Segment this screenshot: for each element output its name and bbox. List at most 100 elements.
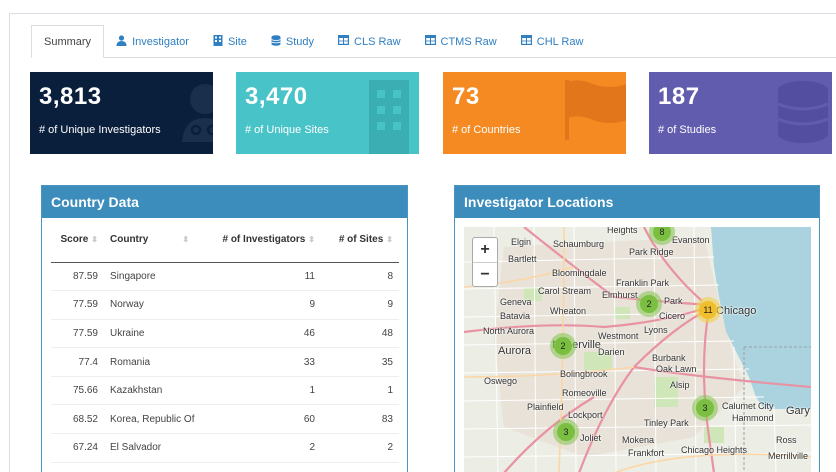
tab-label: CLS Raw <box>354 35 401 48</box>
map-cluster-marker[interactable]: 2 <box>550 333 576 359</box>
zoom-control: + − <box>472 237 498 287</box>
cell-country: Japan <box>104 461 211 472</box>
table-row[interactable]: 65Japan117136 <box>51 461 399 472</box>
map-label: Carol Stream <box>538 286 592 296</box>
map-label: Heights <box>607 227 638 235</box>
map-label: Park Ridge <box>629 247 674 257</box>
stat-value: 73 <box>452 83 480 110</box>
stat-value: 187 <box>658 83 700 110</box>
stat-label: # of Studies <box>658 124 717 136</box>
map-label: Lockport <box>568 410 603 420</box>
map-label: Tinley Park <box>644 418 689 428</box>
map-label: Mokena <box>622 435 655 445</box>
user-secret-icon <box>182 82 213 147</box>
tab-chl-raw[interactable]: CHL Raw <box>509 25 596 58</box>
map-label: Evanston <box>672 235 710 245</box>
table-icon <box>338 35 350 48</box>
cell-score: 77.4 <box>51 347 104 377</box>
map-label: North Aurora <box>483 326 535 336</box>
country-table: Score ⬍ Country ⬍ # of Investigators ⬍ # of… <box>51 218 399 472</box>
column-header-country[interactable]: Country ⬍ <box>104 218 211 263</box>
database-icon <box>271 34 281 49</box>
cell-investigators: 9 <box>211 290 321 320</box>
cell-sites: 9 <box>321 290 399 320</box>
map-label: Lyons <box>644 325 668 335</box>
table-header-row: Score ⬍ Country ⬍ # of Investigators ⬍ # of… <box>51 218 399 263</box>
stat-box-sites: 3,470 # of Unique Sites <box>236 72 419 154</box>
cell-investigators: 1 <box>211 375 321 405</box>
map-cluster-marker[interactable]: 11 <box>695 297 721 323</box>
stat-box-countries: 73 # of Countries <box>443 72 626 154</box>
tab-site[interactable]: Site <box>201 25 259 58</box>
map-label: Romeoville <box>562 388 607 398</box>
map-label: Ross <box>776 435 797 445</box>
database-icon <box>777 80 829 151</box>
cell-score: 77.59 <box>51 318 104 348</box>
cell-sites: 1 <box>321 375 399 405</box>
table-row[interactable]: 77.59 Norway 9 9 <box>51 290 399 320</box>
cell-investigators: 2 <box>211 433 321 463</box>
cell-country: Romania <box>104 347 211 377</box>
tab-bar: Summary Investigator Site Study CLS Raw … <box>31 25 595 58</box>
zoom-out-button[interactable]: − <box>473 262 497 286</box>
map-label: Gary <box>786 405 810 417</box>
table-icon <box>424 35 436 48</box>
sort-icon: ⬍ <box>308 235 315 245</box>
cell-sites: 2 <box>321 433 399 463</box>
map-label: Schaumburg <box>553 239 605 249</box>
cell-country: El Salvador <box>104 433 211 463</box>
map-label: Bartlett <box>508 254 537 264</box>
table-row[interactable]: 68.52 Korea, Republic Of 60 83 <box>51 404 399 434</box>
map-label: Burbank <box>652 353 686 363</box>
tab-cls-raw[interactable]: CLS Raw <box>326 25 412 58</box>
cell-country: Singapore <box>104 261 211 291</box>
tab-label: Site <box>227 35 247 48</box>
map-label: Bolingbrook <box>560 369 608 379</box>
table-row[interactable]: 87.59 Singapore 11 8 <box>51 261 399 291</box>
map-cluster-marker[interactable]: 3 <box>692 395 718 421</box>
cell-score: 65 <box>51 461 104 472</box>
tab-label: Investigator <box>132 35 189 48</box>
stat-box-investigators: 3,813 # of Unique Investigators <box>30 72 213 154</box>
cell-investigators: 33 <box>211 347 321 377</box>
map-label: Geneva <box>500 297 532 307</box>
tab-label: Summary <box>44 35 92 48</box>
map-label: Merrillville <box>768 451 808 461</box>
sort-icon: ⬍ <box>182 235 190 245</box>
map-cluster-marker[interactable]: 3 <box>553 419 579 445</box>
building-icon <box>369 80 409 154</box>
tab-label: Study <box>285 35 315 48</box>
map-label: Westmont <box>598 331 639 341</box>
map-label: Oswego <box>484 376 518 386</box>
tab-investigator[interactable]: Investigator <box>104 25 201 58</box>
table-row[interactable]: 77.59 Ukraine 46 48 <box>51 318 399 348</box>
cell-score: 67.24 <box>51 433 104 463</box>
cell-sites: 48 <box>321 318 399 348</box>
map-cluster-marker[interactable]: 2 <box>636 291 662 317</box>
map-label: Alsip <box>670 380 690 390</box>
table-row[interactable]: 77.4 Romania 33 35 <box>51 347 399 377</box>
cell-investigators: 11 <box>211 261 321 291</box>
stat-value: 3,813 <box>39 83 102 110</box>
column-header-score[interactable]: Score ⬍ <box>51 218 104 263</box>
map-label: Elmhurst <box>602 290 638 300</box>
cell-score: 87.59 <box>51 261 104 291</box>
tab-summary[interactable]: Summary <box>31 25 105 58</box>
map-label: Frankfort <box>628 448 665 458</box>
cell-sites: 35 <box>321 347 399 377</box>
cell-score: 68.52 <box>51 404 104 434</box>
tab-ctms-raw[interactable]: CTMS Raw <box>413 25 509 58</box>
map-label: Wheaton <box>550 306 587 316</box>
map-label: Darien <box>598 347 625 357</box>
tab-study[interactable]: Study <box>259 25 326 58</box>
investigator-map[interactable]: + − Elgin Schaumburg Evanston Bartlett P… <box>464 227 811 472</box>
zoom-in-button[interactable]: + <box>473 238 497 262</box>
tab-label: CHL Raw <box>536 35 584 48</box>
cell-country: Kazakhstan <box>104 375 211 405</box>
table-row[interactable]: 75.66 Kazakhstan 1 1 <box>51 375 399 405</box>
column-header-sites[interactable]: # of Sites ⬍ <box>321 218 399 263</box>
cell-investigators: 46 <box>211 318 321 348</box>
column-header-investigators[interactable]: # of Investigators ⬍ <box>211 218 321 263</box>
panel-title: Country Data <box>42 186 407 218</box>
table-row[interactable]: 67.24 El Salvador 2 2 <box>51 433 399 463</box>
